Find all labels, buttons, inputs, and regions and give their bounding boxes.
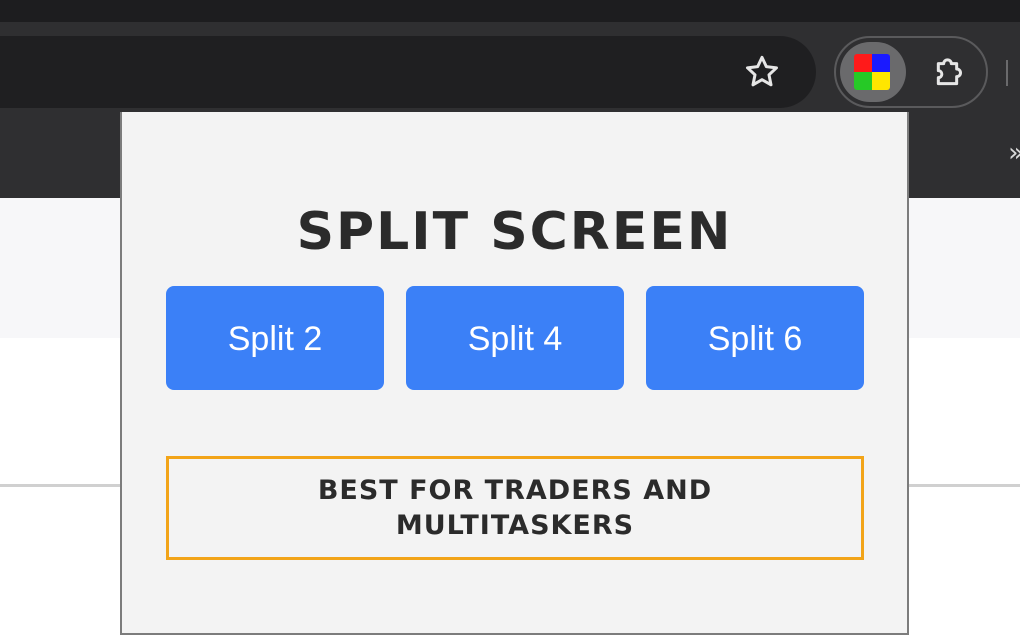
tile-yellow — [872, 72, 890, 90]
tagline-text: BEST FOR TRADERS AND MULTITASKERS — [317, 475, 713, 541]
chevrons-icon[interactable]: » — [1008, 138, 1020, 168]
tile-blue — [872, 54, 890, 72]
star-icon[interactable] — [742, 52, 782, 92]
address-bar[interactable] — [0, 36, 816, 108]
extension-popup: SPLIT SCREEN Split 2 Split 4 Split 6 BES… — [120, 112, 909, 635]
tile-red — [854, 54, 872, 72]
tagline-box: BEST FOR TRADERS AND MULTITASKERS — [166, 456, 864, 560]
popup-title: SPLIT SCREEN — [296, 202, 733, 262]
toolbar-divider — [1006, 60, 1008, 86]
browser-toolbar — [0, 22, 1020, 112]
split-screen-tiles-icon[interactable] — [854, 54, 890, 90]
browser-window: » SPLIT SCREEN Split 2 Split 4 Split 6 B… — [0, 0, 1020, 638]
tile-green — [854, 72, 872, 90]
puzzle-icon[interactable] — [930, 52, 970, 92]
split-2-button[interactable]: Split 2 — [166, 286, 384, 390]
split-4-button[interactable]: Split 4 — [406, 286, 624, 390]
tab-strip — [0, 0, 1020, 22]
split-6-button[interactable]: Split 6 — [646, 286, 864, 390]
